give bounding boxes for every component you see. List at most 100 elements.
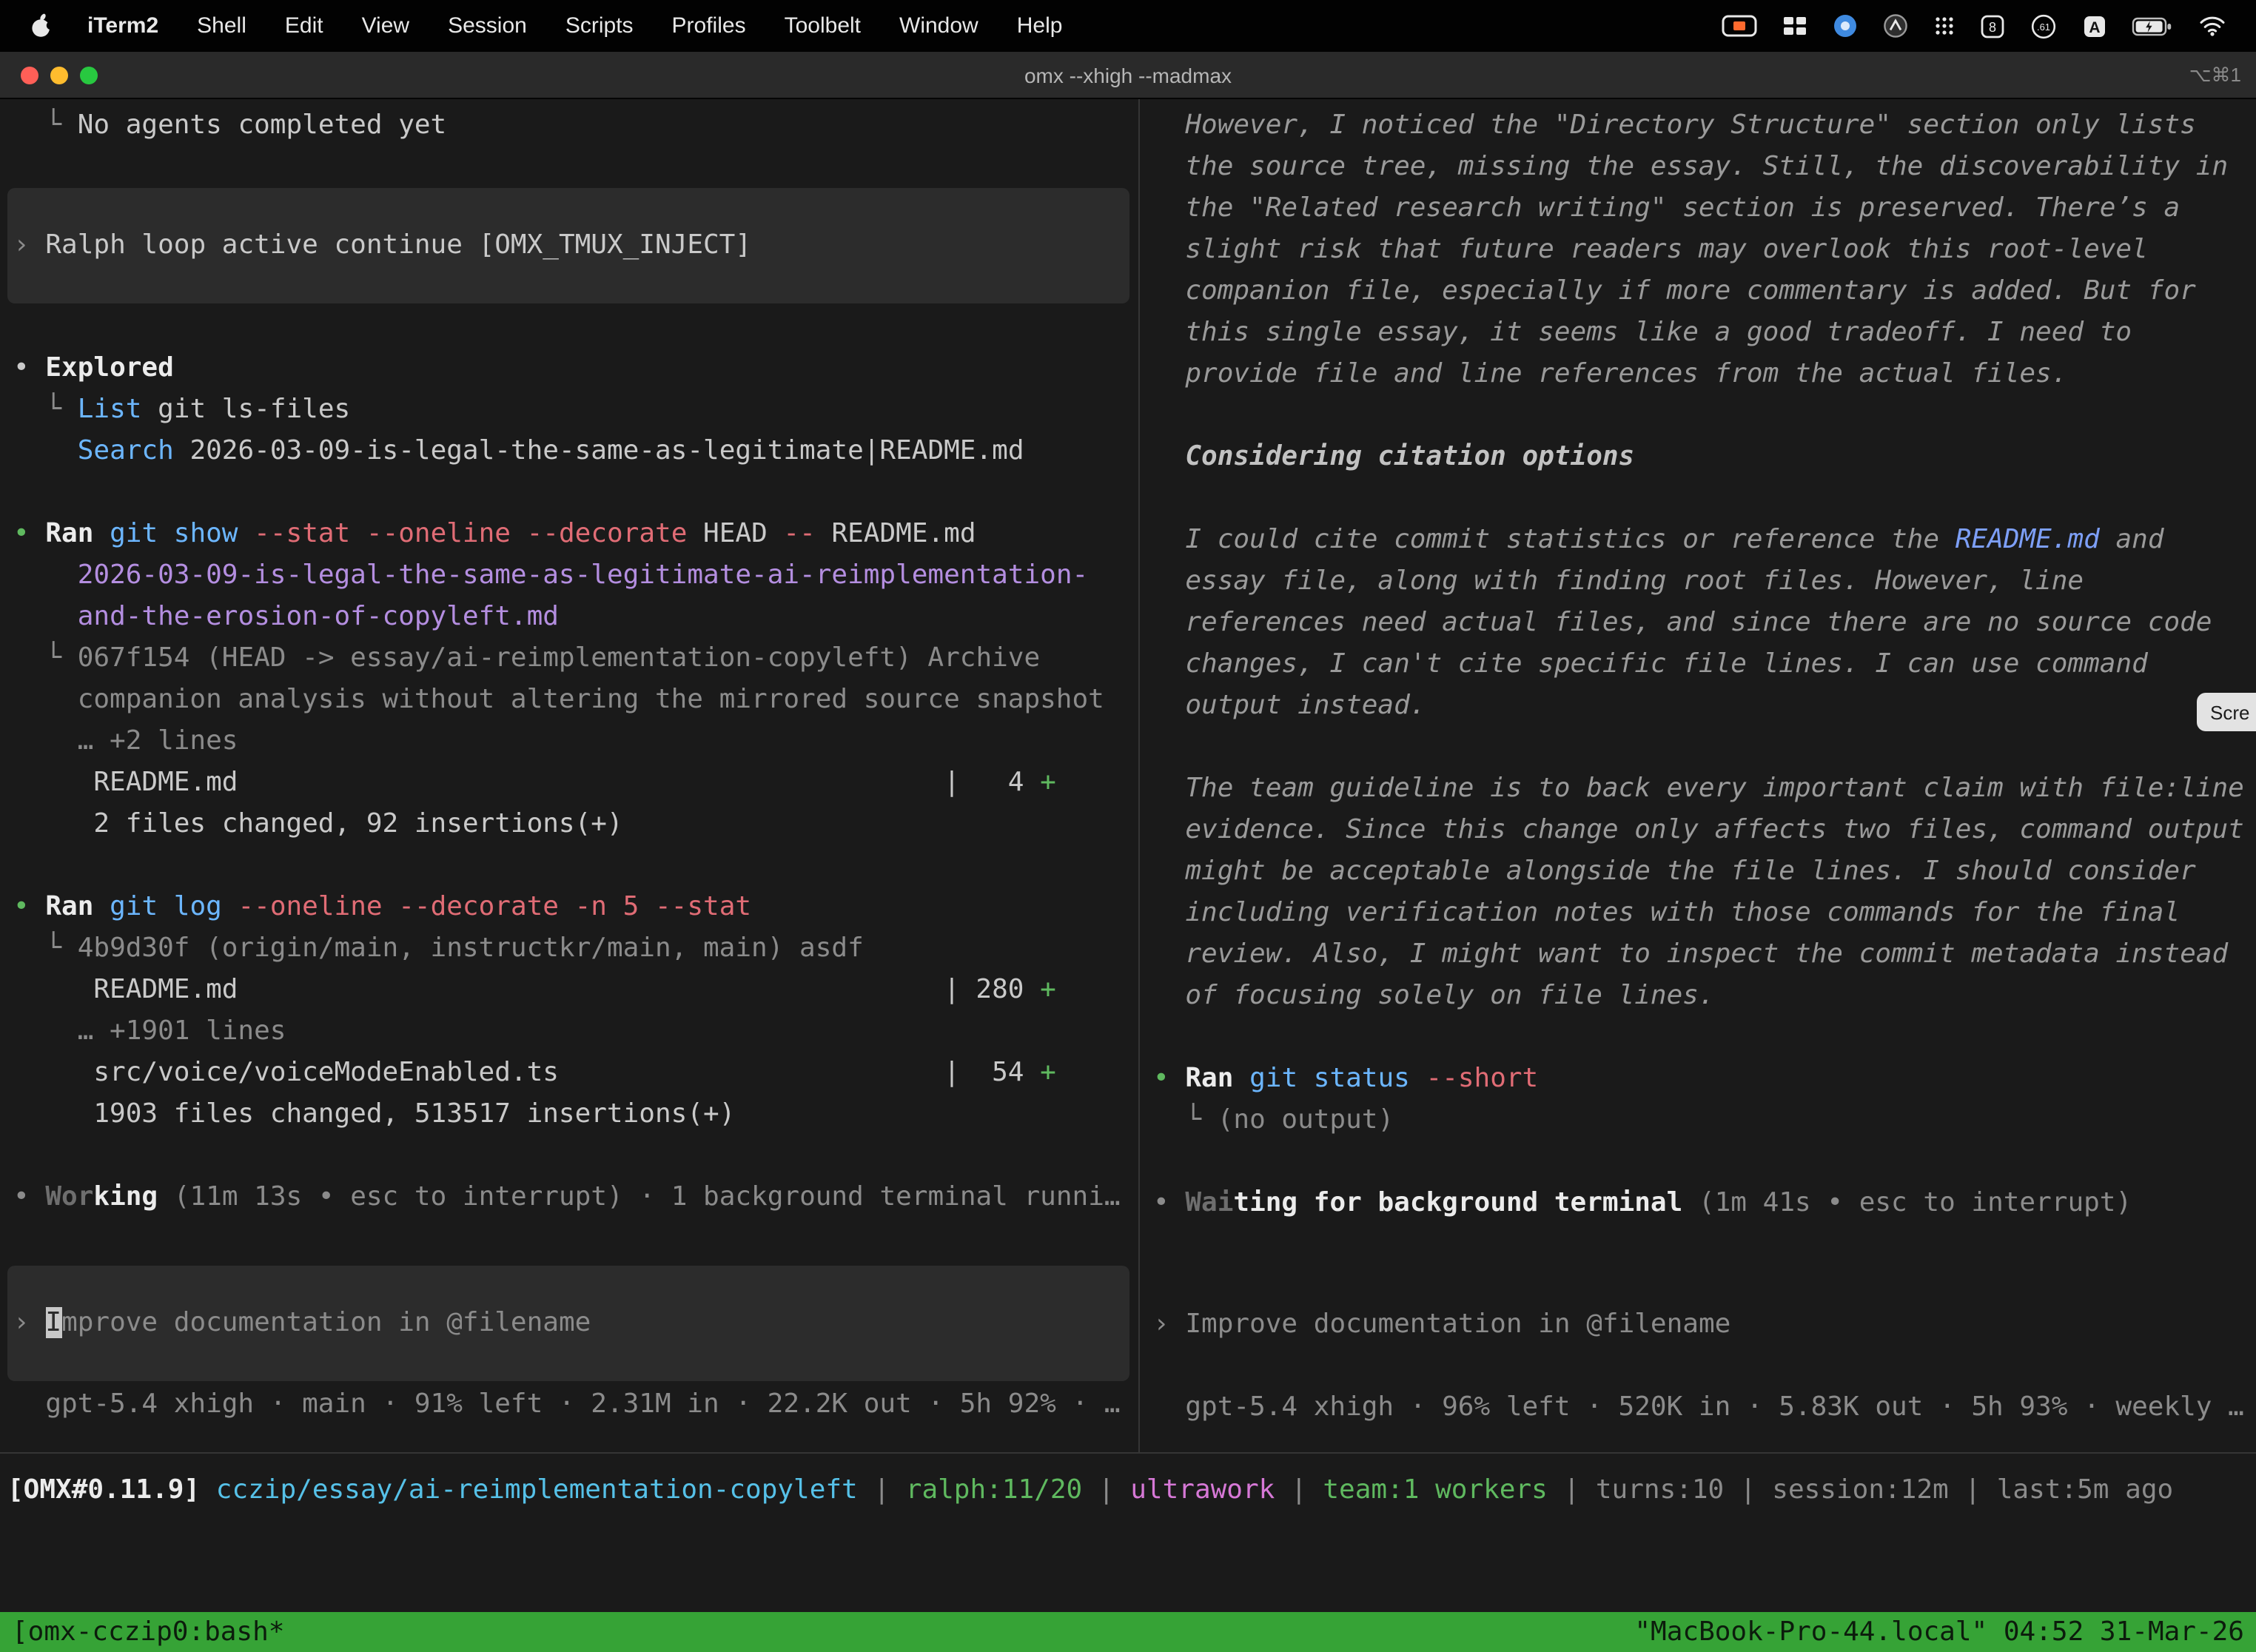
spacer	[13, 1218, 1138, 1266]
text-segment: No agents completed yet	[78, 110, 447, 141]
left-pane: └ No agents completed yet › Ralph loop ac…	[0, 99, 1138, 1452]
terminal-line: including verification notes with those …	[1153, 893, 2256, 934]
title-bar: omx --xhigh --madmax ⌥⌘1	[0, 52, 2256, 99]
zoom-button[interactable]	[80, 66, 98, 84]
terminal-line: However, I noticed the "Directory Struct…	[1153, 105, 2256, 147]
prompt-input-line[interactable]: › Improve documentation in @filename	[13, 1303, 1118, 1344]
text-segment: •	[13, 352, 45, 383]
text-segment: +	[1040, 767, 1056, 798]
screen-overlay-button[interactable]: Scre	[2197, 693, 2256, 731]
text-segment: List	[78, 394, 142, 425]
text-segment: Wor	[45, 1181, 93, 1212]
terminal-line: └ No agents completed yet	[13, 105, 1138, 147]
text-segment: Improve documentation in @filename	[1185, 1309, 1730, 1340]
menu-item-help[interactable]: Help	[998, 13, 1082, 38]
text-segment: git status	[1249, 1063, 1410, 1094]
terminal-line: references need actual files, and since …	[1153, 602, 2256, 644]
text-segment: README.md	[816, 518, 976, 549]
waiting-status: • Waiting for background terminal (1m 41…	[1153, 1183, 2256, 1224]
screen-recording-stop-icon[interactable]	[1722, 15, 1757, 37]
close-button[interactable]	[21, 66, 38, 84]
menu-item-shell[interactable]: Shell	[178, 13, 266, 38]
text-segment: … +2 lines	[13, 725, 238, 756]
terminal-line: essay file, along with finding root file…	[1153, 561, 2256, 602]
text-segment: including verification notes with those …	[1153, 897, 2180, 928]
text-segment: ultrawork	[1130, 1474, 1275, 1505]
spacer	[13, 1135, 1138, 1177]
terminal-line: … +1901 lines	[13, 1011, 1138, 1052]
terminal-line: › Ralph loop active continue [OMX_TMUX_I…	[13, 225, 1118, 266]
terminal-line: 1903 files changed, 513517 insertions(+)	[13, 1094, 1138, 1135]
prompt-input-line[interactable]: › Improve documentation in @filename	[1153, 1304, 2256, 1346]
text-segment: of focusing solely on file lines.	[1153, 980, 1715, 1011]
working-status: • Working (11m 13s • esc to interrupt) ·…	[13, 1177, 1138, 1218]
text-segment: 2 files changed, 92 insertions(+)	[13, 808, 623, 839]
terminal-line: … +2 lines	[13, 721, 1138, 762]
text-segment: gpt-5.4 xhigh · main · 91% left · 2.31M …	[13, 1389, 1121, 1420]
window-grid-icon[interactable]	[1782, 15, 1807, 37]
text-segment: README.md | 280	[13, 974, 1040, 1005]
text-segment: └	[13, 933, 78, 964]
input-source-icon[interactable]: A	[2083, 14, 2106, 38]
text-segment	[13, 560, 78, 591]
menu-item-profiles[interactable]: Profiles	[653, 13, 765, 38]
text-segment: 067f154 (HEAD -> essay/ai-reimplementati…	[78, 642, 1040, 674]
wifi-icon[interactable]	[2198, 15, 2226, 37]
text-segment: the source tree, missing the essay. Stil…	[1153, 151, 2228, 182]
text-segment: However, I noticed the "Directory Struct…	[1153, 110, 2196, 141]
gauge-icon[interactable]: .61	[2030, 13, 2058, 39]
text-segment: evidence. Since this change only affects…	[1153, 814, 2244, 845]
terminal-line: The team guideline is to back every impo…	[1153, 768, 2256, 810]
terminal-line: and-the-erosion-of-copyleft.md	[13, 597, 1138, 638]
terminal-line: └ (no output)	[1153, 1100, 2256, 1141]
keypad-icon[interactable]: 8	[1981, 14, 2004, 38]
text-segment: |	[1275, 1474, 1323, 1505]
ran-git-status-entry: • Ran git status --short	[1153, 1058, 2256, 1100]
text-segment: essay file, along with finding root file…	[1153, 565, 2084, 597]
menu-item-scripts[interactable]: Scripts	[546, 13, 653, 38]
text-segment: gpt-5.4 xhigh · 96% left · 520K in · 5.8…	[1153, 1391, 2244, 1423]
text-segment: └	[13, 642, 78, 674]
text-segment: Wai	[1185, 1187, 1233, 1218]
menu-item-window[interactable]: Window	[880, 13, 998, 38]
minimize-button[interactable]	[50, 66, 68, 84]
blue-app-icon[interactable]	[1833, 13, 1858, 38]
prompt-input[interactable]: › Improve documentation in @filename	[7, 1266, 1129, 1381]
text-segment: src/voice/voiceModeEnabled.ts | 54	[13, 1057, 1040, 1088]
text-segment	[1233, 1063, 1249, 1094]
text-segment: team:1 workers	[1323, 1474, 1547, 1505]
menu-item-session[interactable]: Session	[429, 13, 546, 38]
text-segment: •	[13, 518, 45, 549]
ran-git-show-entry: • Ran git show --stat --oneline --decora…	[13, 514, 1138, 555]
battery-icon[interactable]	[2132, 16, 2173, 36]
menu-item-iterm2[interactable]: iTerm2	[68, 13, 178, 38]
apple-menu[interactable]	[18, 12, 68, 40]
terminal-line: changes, I can't cite specific file line…	[1153, 644, 2256, 685]
tmux-host-clock-label: "MacBook-Pro-44.local" 04:52 31-Mar-26	[1634, 1612, 2244, 1652]
dot-grid-icon[interactable]	[1933, 15, 1955, 37]
spacer	[13, 303, 1138, 348]
spacer	[1153, 1224, 2256, 1304]
text-segment: companion file, especially if more comme…	[1153, 275, 2196, 306]
text-segment: •	[1153, 1063, 1185, 1094]
text-segment: git log	[110, 891, 222, 922]
terminal-line: companion file, especially if more comme…	[1153, 271, 2256, 312]
menu-item-edit[interactable]: Edit	[266, 13, 343, 38]
text-segment: +	[1040, 974, 1056, 1005]
text-segment: review. Also, I might want to inspect th…	[1153, 939, 2228, 970]
spacer	[1153, 1141, 2256, 1183]
model-status-line: gpt-5.4 xhigh · main · 91% left · 2.31M …	[13, 1384, 1138, 1426]
terminal-line: companion analysis without altering the …	[13, 679, 1138, 721]
menu-item-toolbelt[interactable]: Toolbelt	[765, 13, 880, 38]
text-segment: ting for background terminal	[1233, 1187, 1682, 1218]
terminal-line: evidence. Since this change only affects…	[1153, 810, 2256, 851]
text-segment: ralph:11/20	[906, 1474, 1082, 1505]
text-segment: Search	[78, 435, 174, 466]
text-segment: --oneline --decorate -n 5 --stat	[222, 891, 751, 922]
dark-app-icon[interactable]	[1883, 13, 1908, 38]
menu-item-view[interactable]: View	[343, 13, 429, 38]
text-segment: |	[1548, 1474, 1596, 1505]
text-segment: └	[13, 110, 78, 141]
text-segment: |	[1724, 1474, 1772, 1505]
text-segment: --stat --oneline --decorate	[238, 518, 688, 549]
